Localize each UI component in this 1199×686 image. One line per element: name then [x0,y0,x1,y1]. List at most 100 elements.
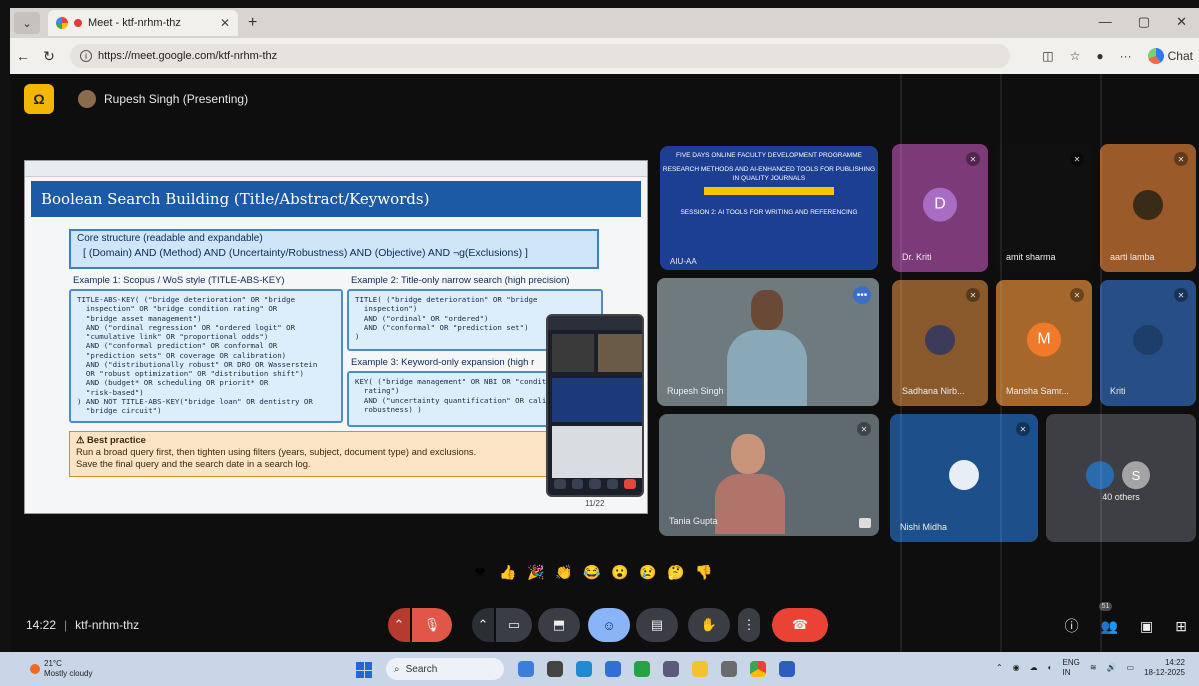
present-screen-button[interactable]: ⬒ [538,608,580,642]
file-explorer-icon[interactable] [692,661,708,677]
taskbar-search[interactable]: ⌕ Search [386,658,504,680]
camera-icon[interactable] [721,661,737,677]
copilot-button[interactable]: Chat [1147,48,1193,64]
system-tray: ⌃ ◉ ☁ ◐ ENG IN ≋ 🔊 ▭ 14:22 18-12-2025 [996,658,1185,677]
avatar: S [1122,461,1150,490]
participant-name: Mansha Samr... [1006,386,1070,396]
close-window-button[interactable]: ✕ [1176,14,1187,30]
raise-hand-button[interactable]: ✋ [688,608,730,642]
participant-tile-dr-kriti[interactable]: ✕ D Dr. Kriti [892,144,988,272]
slide-toolbar [25,161,647,177]
meeting-code: ktf-nrhm-thz [75,618,140,632]
meeting-details-icon[interactable]: ⓘ [1065,616,1079,636]
new-tab-button[interactable]: + [248,14,257,32]
site-info-icon[interactable]: i [80,50,92,62]
more-options-button[interactable]: ⋮ [738,608,760,642]
phone-control-icon [554,479,566,489]
participant-tile-others[interactable]: S 40 others [1046,414,1196,542]
camera-toggle-button[interactable]: ▭ [496,608,532,642]
mic-off-icon: ✕ [1174,152,1188,166]
reaction-heart-button[interactable]: ❤ [470,562,490,582]
battery-icon[interactable]: ▭ [1127,663,1135,672]
reaction-thumbs-up-button[interactable]: 👍 [498,562,518,582]
volume-icon[interactable]: 🔊 [1107,663,1117,672]
participant-tile-amit-sharma[interactable]: ✕ amit sharma [996,144,1092,272]
presentation-tile-banner [704,187,834,196]
participant-tile-kriti[interactable]: ✕ Kriti [1100,280,1196,406]
reaction-sad-button[interactable]: 😢 [638,562,658,582]
edge-icon[interactable] [576,661,592,677]
avatar [949,460,979,490]
tray-app-icon[interactable]: ◉ [1013,663,1020,672]
url-field[interactable]: i https://meet.google.com/ktf-nrhm-thz [70,44,1010,68]
presentation-tile[interactable]: FIVE DAYS ONLINE FACULTY DEVELOPMENT PRO… [660,146,878,270]
taskbar-app-icon[interactable] [518,661,534,677]
start-button[interactable] [356,662,372,678]
reactions-button[interactable]: ☺ [588,608,630,642]
mic-toggle-button[interactable]: 🎙 [412,608,452,642]
reaction-thumbs-down-button[interactable]: 👎 [694,562,714,582]
more-options-icon[interactable]: ••• [853,286,871,304]
audio-options-chevron-icon[interactable]: ⌃ [388,608,410,642]
best-practice-box: ⚠ Best practice Run a broad query first,… [69,431,549,477]
best-practice-line2: Save the final query and the search date… [76,457,311,469]
participant-tile-rupesh-singh[interactable]: ••• Rupesh Singh [657,278,879,406]
reaction-laugh-button[interactable]: 😂 [582,562,602,582]
chat-icon[interactable]: ▣ [1140,618,1153,635]
slide-page-number: 11/22 [585,499,605,508]
people-button[interactable]: 51 👥 [1098,601,1118,635]
presenter-avatar [78,90,96,108]
participant-name: Tania Gupta [669,516,718,526]
participant-tile-mansha[interactable]: ✕ M Mansha Samr... [996,280,1092,406]
tab-actions-button[interactable]: ⌄ [14,12,40,34]
whatsapp-icon[interactable] [634,661,650,677]
taskbar-app-icon[interactable] [547,661,563,677]
captions-button[interactable]: ▤ [636,608,678,642]
weather-widget[interactable]: 21°C Mostly cloudy [30,659,92,678]
participant-tile-aarti-lamba[interactable]: ✕ aarti lamba [1100,144,1196,272]
participant-name: amit sharma [1006,252,1056,262]
phone-status-bar [548,316,642,330]
example2-title: Example 2: Title-only narrow search (hig… [351,275,570,286]
video-options-chevron-icon[interactable]: ⌃ [472,608,494,642]
back-button[interactable]: ← [10,48,36,64]
reaction-clap-button[interactable]: 👏 [554,562,574,582]
reaction-thinking-button[interactable]: 🤔 [666,562,686,582]
core-line: [ (Domain) AND (Method) AND (Uncertainty… [83,247,528,259]
wifi-icon[interactable]: ≋ [1090,663,1097,672]
tray-chevron-icon[interactable]: ⌃ [996,663,1003,672]
language-indicator[interactable]: ENG IN [1063,658,1080,677]
presentation-tile-session: SESSION 2: AI TOOLS FOR WRITING AND REFE… [680,209,858,217]
more-menu-icon[interactable]: ··· [1120,49,1132,63]
onedrive-icon[interactable]: ☁ [1030,663,1038,672]
extension-icon[interactable]: ◫ [1042,49,1053,63]
participant-video [717,286,813,406]
favorite-star-icon[interactable]: ☆ [1070,49,1081,63]
best-practice-title-text: Best practice [87,434,146,445]
minimize-button[interactable]: — [1099,14,1112,30]
reload-button[interactable]: ↻ [36,48,62,65]
mic-off-icon: ✕ [966,152,980,166]
leave-call-button[interactable]: ☎ [772,608,828,642]
participant-tile-sadhana[interactable]: ✕ Sadhana Nirb... [892,280,988,406]
participant-tile-nishi-midha[interactable]: ✕ Nishi Midha [890,414,1038,542]
participant-tile-tania-gupta[interactable]: ✕ Tania Gupta [659,414,879,536]
chrome-icon[interactable] [750,661,766,677]
taskbar-app-icon[interactable] [663,661,679,677]
close-tab-icon[interactable]: ✕ [220,16,230,30]
reaction-party-button[interactable]: 🎉 [526,562,546,582]
activities-icon[interactable]: ⊞ [1175,618,1187,635]
profile-icon[interactable]: ● [1096,49,1103,63]
word-icon[interactable] [779,661,795,677]
video-person-body [727,330,807,406]
maximize-button[interactable]: ▢ [1138,14,1150,30]
tray-app-icon[interactable]: ◐ [1048,663,1053,672]
meeting-info: 14:22 | ktf-nrhm-thz [26,618,139,632]
address-bar: ← ↻ i https://meet.google.com/ktf-nrhm-t… [10,38,1199,74]
reaction-surprised-button[interactable]: 😮 [610,562,630,582]
browser-tab[interactable]: Meet - ktf-nrhm-thz ✕ [48,10,238,36]
taskbar-app-icon[interactable] [605,661,621,677]
taskbar-apps [518,661,795,677]
clock[interactable]: 14:22 18-12-2025 [1144,658,1185,677]
meet-favicon-icon [56,17,68,29]
